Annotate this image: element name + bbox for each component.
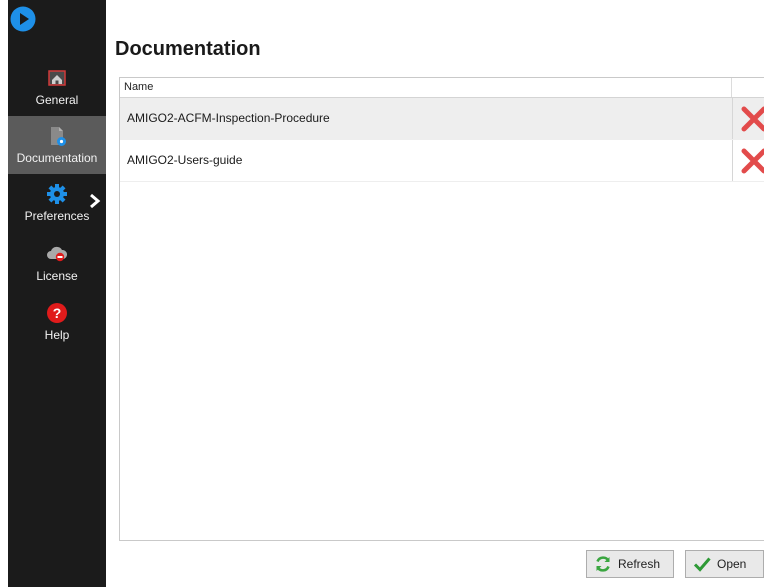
sidebar-item-label: Documentation <box>16 151 98 165</box>
sidebar-item-label: Preferences <box>24 209 90 223</box>
column-divider <box>731 78 732 97</box>
sidebar-item-label: General <box>35 93 79 107</box>
sidebar: General Documentation Preferences Licens… <box>8 0 106 587</box>
table-row[interactable]: AMIGO2-Users-guide <box>120 140 764 182</box>
sidebar-item-general[interactable]: General <box>8 58 106 116</box>
documentation-table[interactable]: Name AMIGO2-ACFM-Inspection-Procedure AM… <box>119 77 764 541</box>
delete-button[interactable] <box>732 98 764 139</box>
delete-x-icon <box>741 148 764 173</box>
app-logo-play-icon <box>10 6 36 32</box>
column-header-name[interactable]: Name <box>124 78 153 97</box>
sidebar-item-label: Help <box>44 328 70 342</box>
checkmark-icon <box>693 557 711 572</box>
table-header: Name <box>120 78 764 98</box>
gear-icon <box>47 184 67 204</box>
refresh-icon <box>596 556 610 572</box>
open-button-label: Open <box>717 557 747 571</box>
svg-text:?: ? <box>53 305 62 321</box>
table-row[interactable]: AMIGO2-ACFM-Inspection-Procedure <box>120 98 764 140</box>
document-icon <box>51 127 66 146</box>
page-title: Documentation <box>115 38 261 60</box>
refresh-button-label: Refresh <box>618 557 661 571</box>
sidebar-item-license[interactable]: License <box>8 234 106 292</box>
document-name[interactable]: AMIGO2-ACFM-Inspection-Procedure <box>127 111 330 125</box>
sidebar-item-documentation[interactable]: Documentation <box>8 116 106 174</box>
delete-button[interactable] <box>732 140 764 181</box>
window-left-edge <box>0 0 8 587</box>
cloud-license-icon <box>47 246 68 262</box>
document-name[interactable]: AMIGO2-Users-guide <box>127 153 242 167</box>
refresh-button[interactable]: Refresh <box>586 550 674 578</box>
chevron-right-icon[interactable] <box>88 193 102 209</box>
home-folder-icon <box>48 70 66 86</box>
open-button[interactable]: Open <box>685 550 764 578</box>
help-icon: ? <box>47 303 67 323</box>
sidebar-item-label: License <box>36 269 78 283</box>
sidebar-item-help[interactable]: ? Help <box>8 293 106 351</box>
delete-x-icon <box>741 106 764 131</box>
